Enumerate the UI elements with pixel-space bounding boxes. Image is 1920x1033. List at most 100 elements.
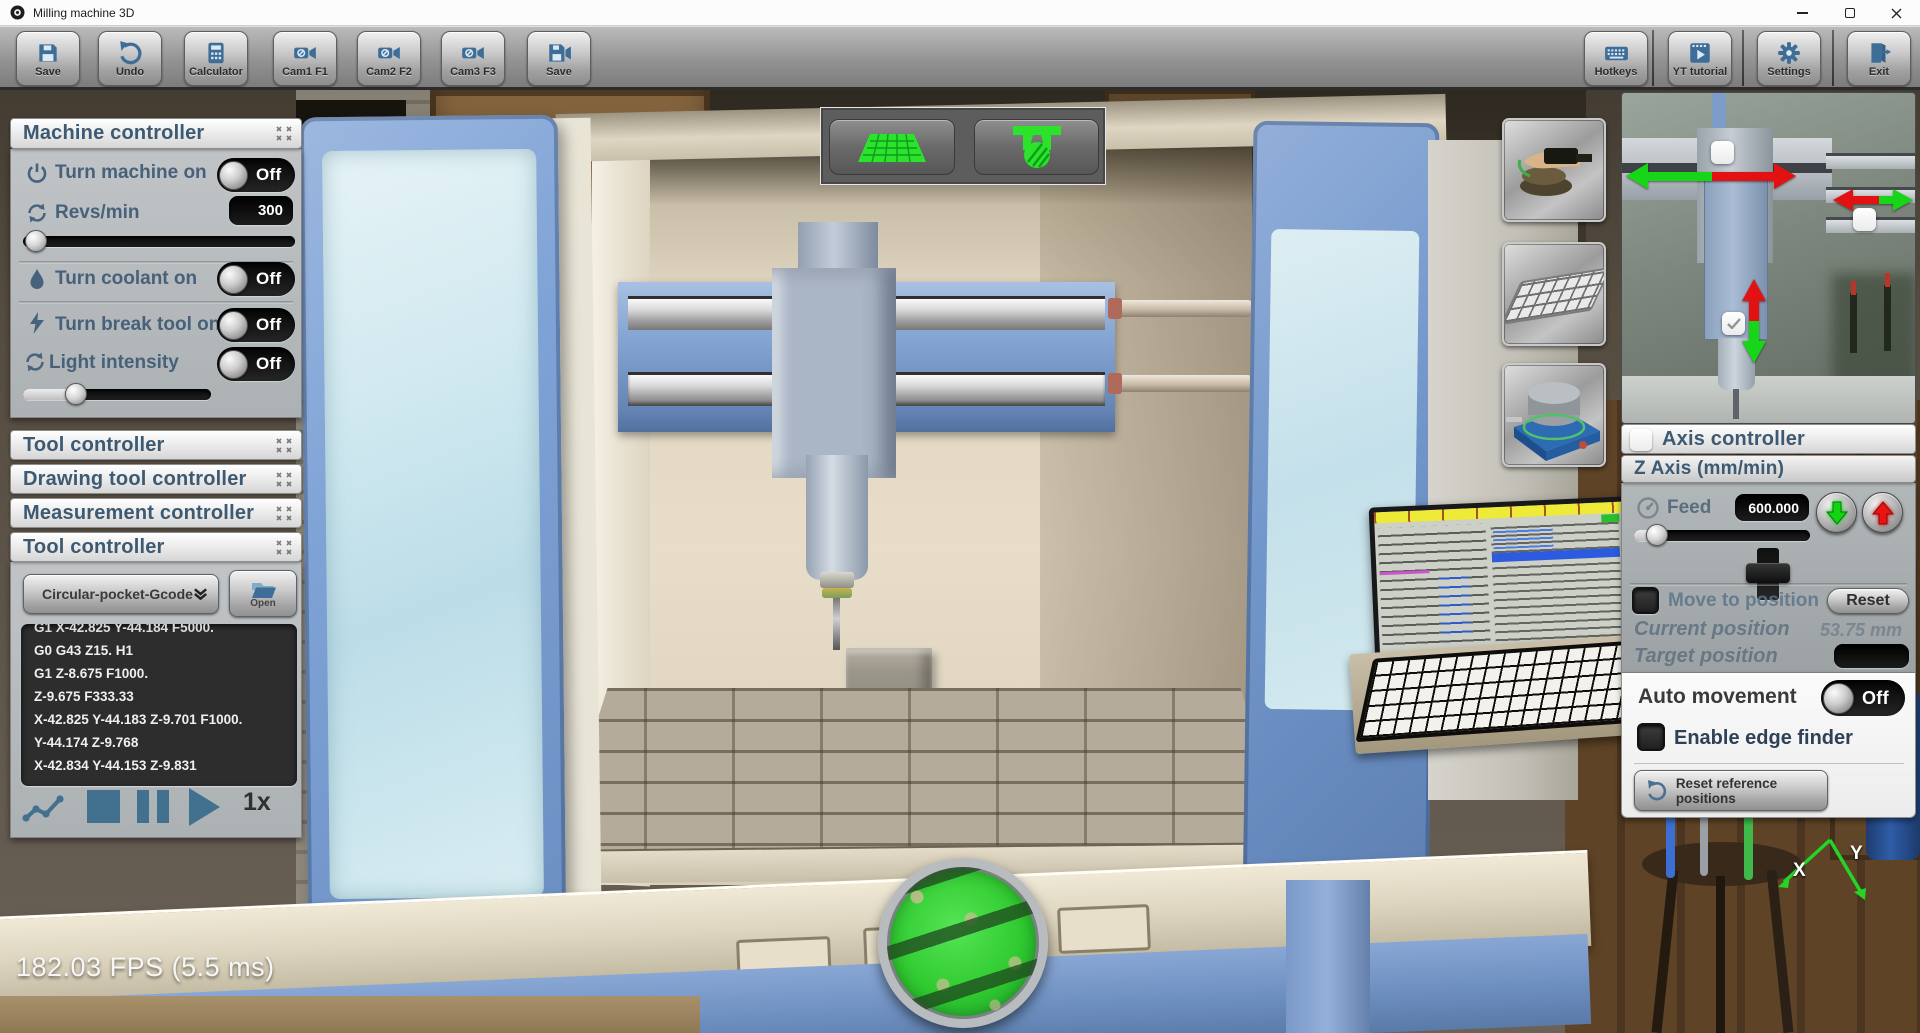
tool-controller-collapsed[interactable]: Tool controller — [10, 430, 302, 460]
reset-button-label: Reset — [1846, 592, 1890, 610]
show-spindle-button[interactable] — [974, 119, 1099, 175]
spindle-tool — [833, 598, 840, 650]
z-up-button[interactable] — [1862, 492, 1903, 533]
machine-left-door-glass — [322, 149, 544, 899]
pause-bar — [137, 790, 149, 823]
revs-slider[interactable] — [23, 236, 295, 247]
feed-value[interactable]: 600.000 — [1735, 494, 1809, 521]
app-icon — [10, 5, 25, 20]
minimize-button[interactable] — [1780, 0, 1824, 26]
feed-slider-knob[interactable] — [1646, 524, 1668, 546]
calculator-icon — [203, 40, 229, 66]
keyboard-thumb-icon — [1502, 267, 1606, 325]
light-slider-knob[interactable] — [65, 383, 87, 405]
undo-icon — [1645, 778, 1669, 804]
feed-label: Feed — [1667, 497, 1711, 519]
axis-viewport[interactable] — [1621, 92, 1916, 424]
coolant-label: Turn coolant on — [55, 268, 197, 290]
machine-controller-header[interactable]: Machine controller — [10, 118, 302, 149]
calculator-button[interactable]: Calculator — [184, 31, 248, 86]
auto-movement-toggle[interactable]: Off — [1821, 680, 1905, 716]
coolant-toggle[interactable]: Off — [217, 262, 295, 296]
expand-collapse-icon[interactable] — [275, 126, 293, 141]
maximize-icon — [1845, 8, 1855, 18]
axis-arrows-overlay[interactable] — [1622, 93, 1916, 424]
toggle-state: Off — [256, 165, 281, 185]
reset-reference-button[interactable]: Reset reference positions — [1634, 770, 1828, 811]
gcode-line: Y-44.174 Z-9.768 — [34, 731, 284, 754]
expand-collapse-icon[interactable] — [275, 438, 293, 453]
thumbnail-edge-finder-tool[interactable] — [1502, 118, 1606, 222]
axis-controller-checkbox[interactable] — [1630, 429, 1652, 451]
revs-slider-knob[interactable] — [25, 230, 47, 252]
expand-collapse-icon[interactable] — [275, 540, 293, 555]
video-player-icon — [1687, 40, 1713, 66]
move-to-position-checkbox[interactable] — [1632, 587, 1659, 614]
toolpath-chart-icon[interactable] — [21, 790, 65, 828]
expand-collapse-icon[interactable] — [275, 506, 293, 521]
toolbar-button-label: Exit — [1869, 67, 1889, 78]
show-table-button[interactable] — [829, 119, 955, 175]
play-button[interactable] — [189, 788, 220, 826]
z-axis-checkbox[interactable] — [1722, 312, 1745, 335]
current-position-label: Current position — [1634, 618, 1790, 641]
save-camera-button[interactable]: Save — [527, 31, 591, 86]
z-jog-handle[interactable] — [1746, 563, 1790, 583]
open-gcode-button[interactable]: Open — [229, 570, 297, 617]
spindle-collet — [820, 572, 854, 588]
cnc-screen-blue-links — [1493, 525, 1554, 550]
revs-value[interactable]: 300 — [229, 196, 293, 225]
break-tool-toggle[interactable]: Off — [217, 308, 295, 342]
hotkeys-button[interactable]: Hotkeys — [1584, 31, 1648, 86]
spindle-column — [772, 268, 896, 478]
x-axis-checkbox[interactable] — [1711, 141, 1734, 164]
exit-button[interactable]: Exit — [1847, 31, 1911, 86]
toolbar-button-label: Cam1 F1 — [282, 67, 328, 78]
yt-tutorial-button[interactable]: YT tutorial — [1668, 31, 1732, 86]
toggle-knob — [1823, 683, 1854, 714]
reset-button[interactable]: Reset — [1827, 588, 1909, 614]
cam1-button[interactable]: Cam1 F1 — [273, 31, 337, 86]
scene-floor — [0, 996, 700, 1033]
machine-on-toggle[interactable]: Off — [217, 158, 295, 192]
pause-bar — [157, 790, 169, 823]
stop-button[interactable] — [87, 790, 120, 823]
pause-button[interactable] — [137, 790, 169, 823]
edge-finder-thumb-icon — [1504, 120, 1604, 220]
target-position-input[interactable] — [1834, 644, 1909, 668]
break-tool-icon — [27, 311, 47, 335]
maximize-button[interactable] — [1828, 0, 1872, 26]
fps-counter: 182.03 FPS (5.5 ms) — [16, 952, 275, 983]
machine-vent-plate-3 — [1057, 904, 1151, 954]
settings-button[interactable]: Settings — [1757, 31, 1821, 86]
feed-slider[interactable] — [1634, 530, 1810, 541]
light-toggle[interactable]: Off — [217, 347, 295, 381]
cam2-button[interactable]: Cam2 F2 — [357, 31, 421, 86]
gantry-rod-cap-1 — [1108, 298, 1122, 319]
expand-collapse-icon[interactable] — [275, 472, 293, 487]
edge-finder-checkbox[interactable] — [1637, 723, 1665, 751]
z-down-button[interactable] — [1816, 492, 1857, 533]
gcode-select-dropdown[interactable]: Circular-pocket-Gcode — [23, 574, 219, 614]
cnc-screen-blue-numbers — [1439, 572, 1472, 633]
playback-speed[interactable]: 1x — [243, 788, 271, 817]
toolbar-button-label: Cam2 F2 — [366, 67, 412, 78]
measurement-controller-collapsed[interactable]: Measurement controller — [10, 498, 302, 528]
close-button[interactable] — [1874, 0, 1918, 26]
open-button-label: Open — [250, 598, 276, 609]
drawing-tool-controller-collapsed[interactable]: Drawing tool controller — [10, 464, 302, 494]
thumbnail-keyboard[interactable] — [1502, 242, 1606, 346]
gcode-listing[interactable]: G1 X-42.825 Y-44.184 F5000. G0 G43 Z15. … — [21, 624, 297, 786]
machine-leg-right — [1286, 880, 1370, 1033]
scene-cable-gray — [1700, 810, 1708, 876]
z-axis-header[interactable]: Z Axis (mm/min) — [1621, 455, 1916, 483]
tool-controller-header[interactable]: Tool controller — [10, 532, 302, 562]
thumbnail-rotary-table[interactable] — [1502, 363, 1606, 467]
undo-button[interactable]: Undo — [98, 31, 162, 86]
save-button[interactable]: Save — [16, 31, 80, 86]
axis-controller-header[interactable]: Axis controller — [1621, 424, 1916, 454]
y-axis-checkbox[interactable] — [1853, 208, 1876, 231]
check-icon — [1727, 318, 1741, 329]
cam3-button[interactable]: Cam3 F3 — [441, 31, 505, 86]
light-slider[interactable] — [23, 389, 211, 400]
